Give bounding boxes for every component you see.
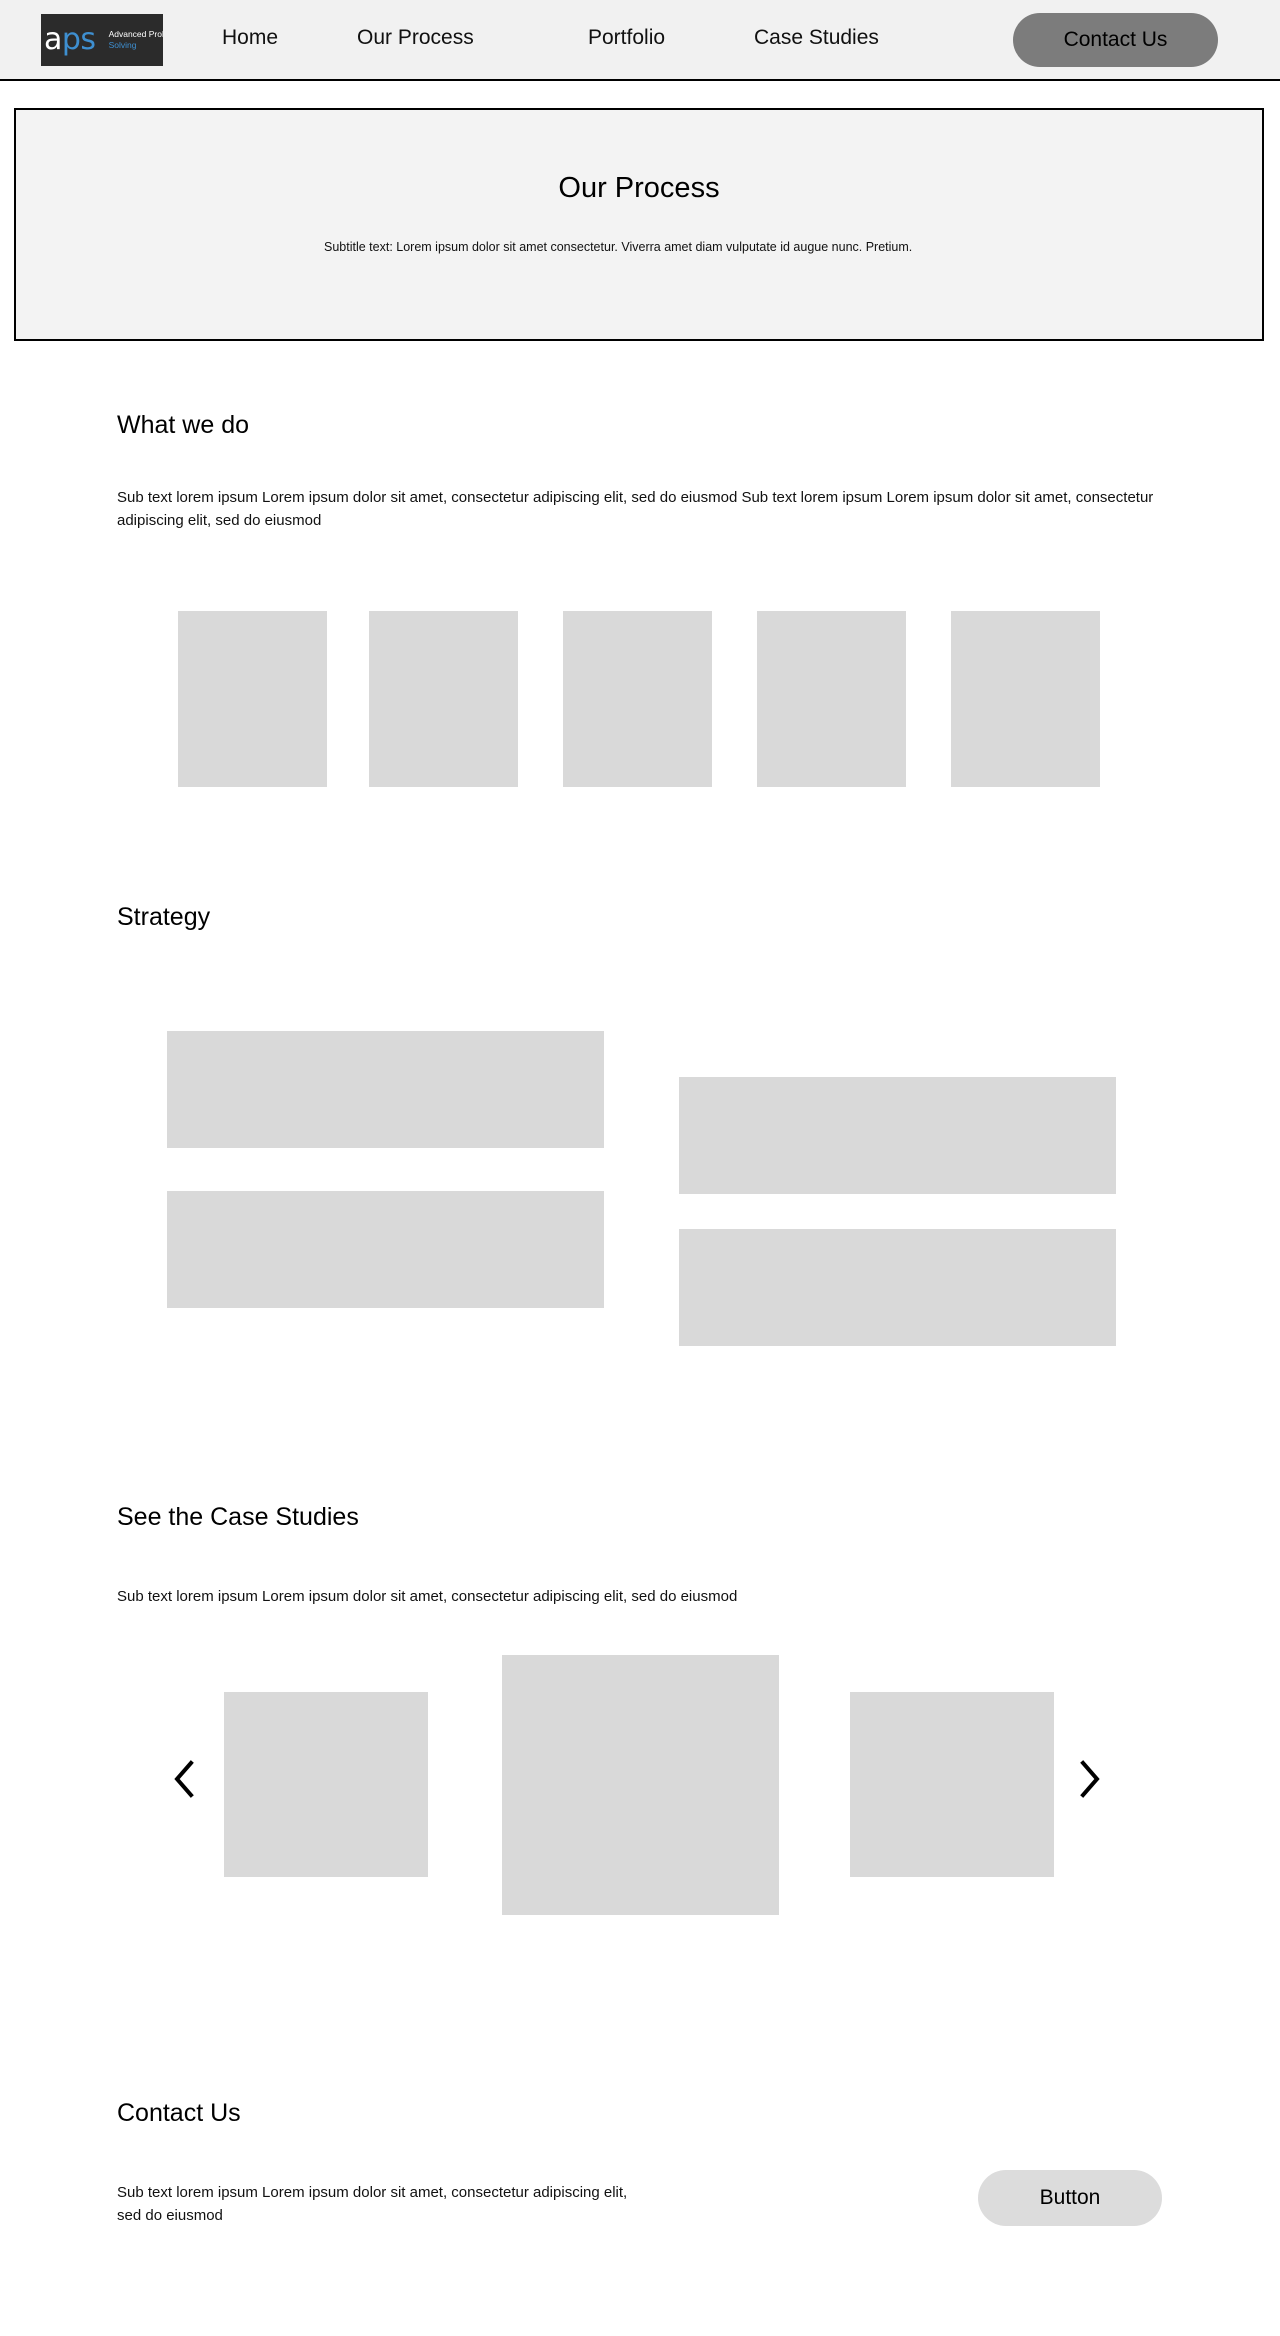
strategy-card[interactable] <box>167 1191 604 1308</box>
top-navigation-bar: aps Advanced Problem Solving Home Our Pr… <box>0 0 1280 81</box>
carousel-prev-button[interactable] <box>166 1752 202 1806</box>
case-study-slide[interactable] <box>224 1692 428 1877</box>
hero-title: Our Process <box>558 172 720 204</box>
what-we-do-card[interactable] <box>951 611 1100 787</box>
page-root: aps Advanced Problem Solving Home Our Pr… <box>0 0 1280 2336</box>
contact-us-button[interactable]: Contact Us <box>1013 13 1218 67</box>
what-we-do-title: What we do <box>117 411 250 439</box>
case-studies-subtitle: Sub text lorem ipsum Lorem ipsum dolor s… <box>117 1588 738 1605</box>
what-we-do-card[interactable] <box>563 611 712 787</box>
hero-subtitle: Subtitle text: Lorem ipsum dolor sit ame… <box>324 240 913 254</box>
nav-item-home[interactable]: Home <box>222 26 278 50</box>
what-we-do-card[interactable] <box>178 611 327 787</box>
strategy-card[interactable] <box>167 1031 604 1148</box>
contact-cta-button[interactable]: Button <box>978 2170 1162 2226</box>
nav-item-portfolio[interactable]: Portfolio <box>588 26 665 50</box>
what-we-do-card[interactable] <box>369 611 518 787</box>
nav-item-our-process[interactable]: Our Process <box>357 26 474 50</box>
contact-subtitle: Sub text lorem ipsum Lorem ipsum dolor s… <box>117 2184 628 2224</box>
carousel-next-button[interactable] <box>1072 1752 1108 1806</box>
contact-title: Contact Us <box>117 2099 241 2127</box>
strategy-title: Strategy <box>117 903 211 931</box>
chevron-left-icon <box>174 1760 194 1798</box>
chevron-right-icon <box>1080 1760 1100 1798</box>
what-we-do-card[interactable] <box>757 611 906 787</box>
what-we-do-subtitle: Sub text lorem ipsum Lorem ipsum dolor s… <box>117 489 1154 529</box>
case-study-slide[interactable] <box>850 1692 1054 1877</box>
nav-item-case-studies[interactable]: Case Studies <box>754 26 879 50</box>
case-studies-title: See the Case Studies <box>117 1503 359 1531</box>
hero-banner: Our Process Subtitle text: Lorem ipsum d… <box>14 108 1264 341</box>
case-study-slide-active[interactable] <box>502 1655 779 1915</box>
strategy-card[interactable] <box>679 1229 1116 1346</box>
strategy-card[interactable] <box>679 1077 1116 1194</box>
